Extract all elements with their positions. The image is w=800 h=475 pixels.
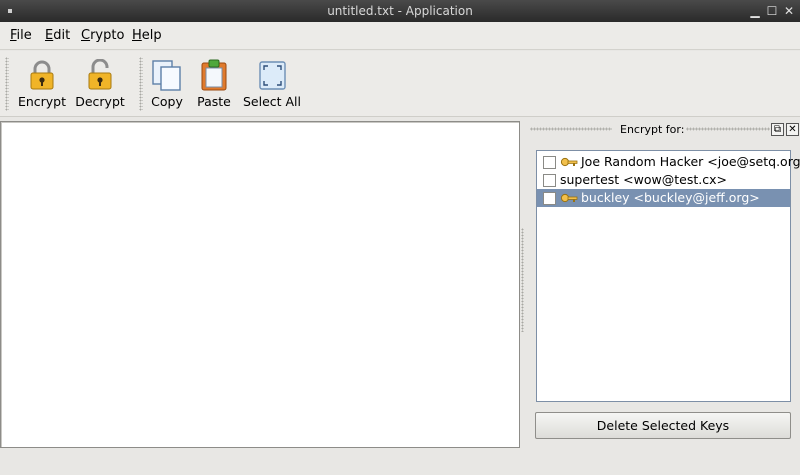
close-dock-icon[interactable]: ✕ [786,123,799,136]
key-list-item[interactable]: Joe Random Hacker <joe@setq.org> [537,153,800,171]
select-all-button[interactable]: Select All [242,59,302,115]
key-checkbox[interactable] [543,192,556,205]
text-editor[interactable] [0,121,520,448]
menu-help[interactable]: Help [132,28,162,43]
menu-bar: File Edit Crypto Help [0,22,800,50]
decrypt-button[interactable]: Decrypt [70,59,130,115]
dock-grip [530,127,612,131]
toolbar: Encrypt Decrypt Copy Paste Select All [0,51,800,117]
key-checkbox[interactable] [543,156,556,169]
title-bar: untitled.txt - Application ▁ ☐ ✕ [0,0,800,22]
float-dock-icon[interactable]: ⧉ [771,123,784,136]
encrypt-label: Encrypt [17,94,67,109]
key-pair-icon [560,193,578,203]
maximize-icon[interactable]: ☐ [765,3,779,19]
key-list-item[interactable]: buckley <buckley@jeff.org> [537,189,790,207]
key-list-item[interactable]: supertest <wow@test.cx> [537,171,790,189]
key-label: buckley <buckley@jeff.org> [581,190,760,205]
encrypt-button[interactable]: Encrypt [12,59,72,115]
delete-selected-keys-button[interactable]: Delete Selected Keys [535,412,791,439]
unlocked-padlock-icon [88,59,112,90]
decrypt-label: Decrypt [75,94,125,109]
menu-file[interactable]: File [10,28,32,43]
key-label: Joe Random Hacker <joe@setq.org> [581,154,800,169]
close-window-icon[interactable]: ✕ [782,3,796,19]
window-title: untitled.txt - Application [327,4,473,18]
key-label: supertest <wow@test.cx> [560,172,727,187]
dock-grip [686,127,770,131]
key-checkbox[interactable] [543,174,556,187]
locked-padlock-icon [30,60,54,90]
paste-button[interactable]: Paste [184,59,244,115]
key-list[interactable]: Joe Random Hacker <joe@setq.org> superte… [536,150,800,402]
toolbar-grip[interactable] [5,57,9,111]
select-all-icon [259,61,286,90]
key-pair-icon [560,157,578,167]
paste-clipboard-icon [201,59,227,91]
minimize-icon[interactable]: ▁ [748,3,762,19]
splitter-handle[interactable] [521,228,524,332]
dock-header[interactable]: Encrypt for: ⧉ ✕ [530,122,800,138]
paste-label: Paste [197,94,231,109]
dock-title: Encrypt for: [620,123,685,136]
copy-icon [152,60,181,91]
select-all-label: Select All [242,94,302,109]
menu-edit[interactable]: Edit [45,28,70,43]
menu-crypto[interactable]: Crypto [81,28,124,43]
